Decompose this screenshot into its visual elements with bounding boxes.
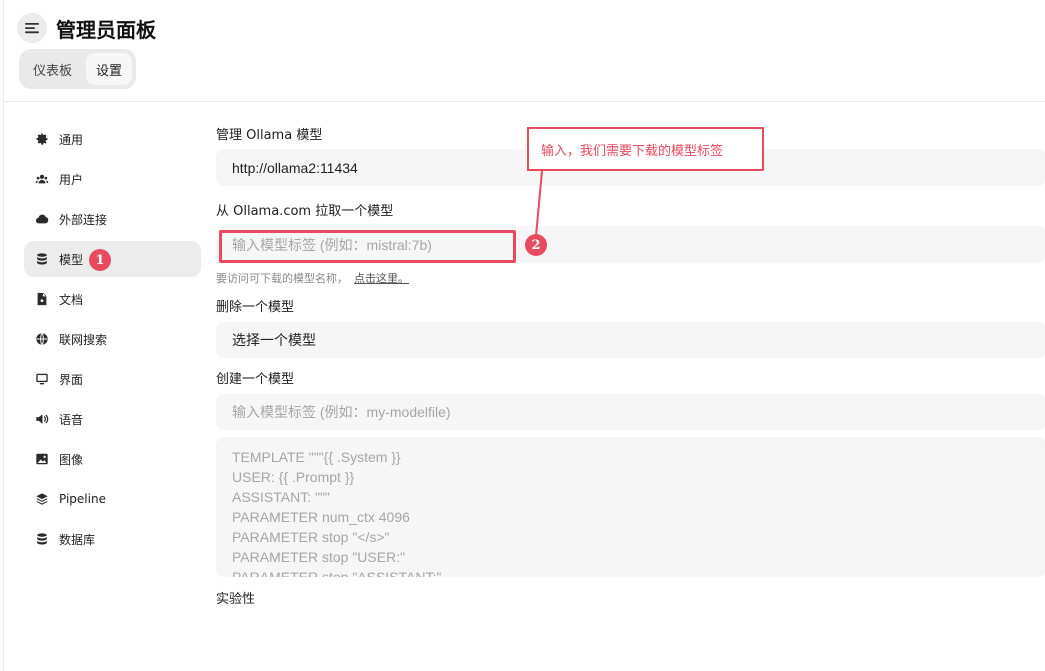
sidebar-item-label: 图像 <box>59 452 84 467</box>
speaker-icon <box>35 412 49 426</box>
sidebar-item-label: Pipeline <box>59 492 106 506</box>
pull-model-label: 从 Ollama.com 拉取一个模型 <box>216 204 394 219</box>
step-badge-1: 1 <box>89 249 111 271</box>
sidebar-item-label: 文档 <box>59 292 84 307</box>
image-icon <box>35 452 49 466</box>
sidebar-item-label: 用户 <box>59 172 84 187</box>
delete-model-select[interactable]: 选择一个模型 <box>216 322 1045 358</box>
create-model-tag-input[interactable]: 输入模型标签 (例如：my-modelfile) <box>216 394 1045 430</box>
delete-model-label: 删除一个模型 <box>216 300 295 315</box>
document-icon <box>35 292 49 306</box>
sidebar-item-label: 通用 <box>59 132 84 147</box>
step-badge-2: 2 <box>525 234 547 256</box>
sidebar-item-images[interactable]: 图像 <box>24 441 201 477</box>
sidebar-item-label: 外部连接 <box>59 212 108 227</box>
sidebar-item-pipelines[interactable]: Pipeline <box>24 481 201 517</box>
create-model-label: 创建一个模型 <box>216 372 295 387</box>
sidebar-item-general[interactable]: 通用 <box>24 121 201 157</box>
hamburger-icon <box>25 23 39 34</box>
sidebar-item-label: 语音 <box>59 412 84 427</box>
sidebar-item-documents[interactable]: 文档 <box>24 281 201 317</box>
sidebar-item-label: 联网搜索 <box>59 332 108 347</box>
top-tab-bar: 仪表板 设置 <box>19 49 137 89</box>
pull-model-hint: 要访问可下载的模型名称， 点击这里。 <box>216 270 409 286</box>
header-divider <box>4 101 1045 102</box>
tab-settings[interactable]: 设置 <box>86 53 133 85</box>
globe-icon <box>35 332 49 346</box>
highlight-box <box>219 230 516 263</box>
sidebar-item-models[interactable]: 模型 <box>24 241 201 277</box>
tab-dashboard[interactable]: 仪表板 <box>23 53 82 85</box>
sidebar-item-label: 数据库 <box>59 532 96 547</box>
sidebar-item-label: 模型 <box>59 252 84 267</box>
sidebar-item-database[interactable]: 数据库 <box>24 521 201 557</box>
sidebar-item-web-search[interactable]: 联网搜索 <box>24 321 201 357</box>
cloud-icon <box>35 212 49 226</box>
page-title: 管理员面板 <box>56 18 156 42</box>
monitor-icon <box>35 372 49 386</box>
experimental-label: 实验性 <box>216 592 256 607</box>
database-icon <box>35 252 49 266</box>
sidebar-item-connections[interactable]: 外部连接 <box>24 201 201 237</box>
modelfile-textarea[interactable]: TEMPLATE """{{ .System }} USER: {{ .Prom… <box>216 437 1045 577</box>
users-icon <box>35 172 49 186</box>
callout-note: 输入，我们需要下载的模型标签 <box>527 127 764 171</box>
menu-button[interactable] <box>17 13 47 43</box>
sidebar-item-audio[interactable]: 语音 <box>24 401 201 437</box>
manage-ollama-label: 管理 Ollama 模型 <box>216 128 323 143</box>
settings-sidebar: 通用 用户 外部连接 模型 文档 联网搜索 界面 语音 图像 Pipeline … <box>24 121 201 561</box>
gear-icon <box>35 132 49 146</box>
sidebar-item-interface[interactable]: 界面 <box>24 361 201 397</box>
pull-hint-text: 要访问可下载的模型名称， <box>216 272 348 285</box>
layers-icon <box>35 492 49 506</box>
sidebar-item-users[interactable]: 用户 <box>24 161 201 197</box>
sidebar-item-label: 界面 <box>59 372 84 387</box>
pull-hint-link[interactable]: 点击这里。 <box>354 272 409 285</box>
database-icon <box>35 532 49 546</box>
